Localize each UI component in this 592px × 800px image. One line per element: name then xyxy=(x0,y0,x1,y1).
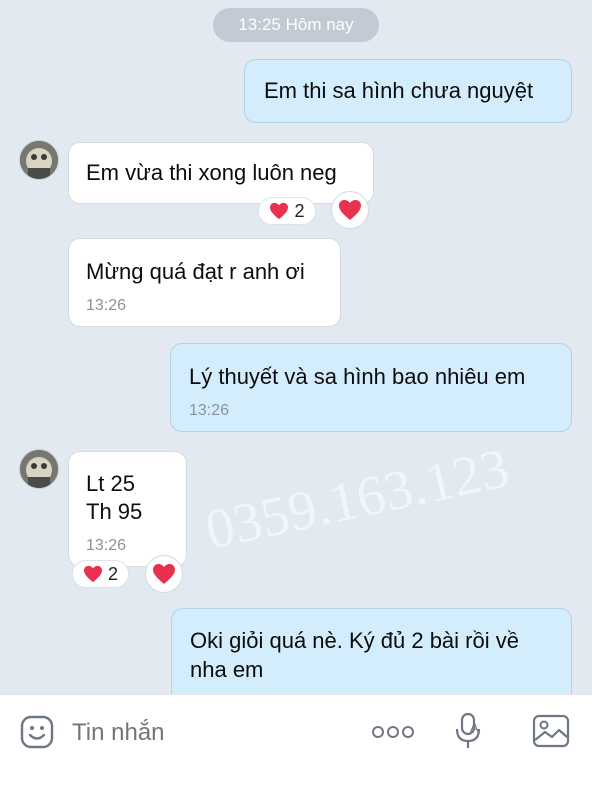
emoji-icon[interactable] xyxy=(18,713,56,751)
react-button[interactable] xyxy=(145,555,183,593)
message-text-line1: Lt 25 xyxy=(86,471,135,496)
message-bubble-outgoing[interactable]: Em thi sa hình chưa nguyệt xyxy=(244,59,572,123)
message-text: Mừng quá đạt r anh ơi xyxy=(86,259,305,284)
reaction-count[interactable]: 2 xyxy=(72,560,129,588)
message-text-line2: nha em xyxy=(190,657,264,682)
message-time: 13:26 xyxy=(86,537,127,554)
message-list[interactable]: 13:25 Hôm nay Em thi sa hình chưa nguyệt… xyxy=(0,0,592,694)
avatar[interactable] xyxy=(19,140,59,180)
message-bubble-incoming[interactable]: Mừng quá đạt r anh ơi 13:26 xyxy=(68,238,341,327)
message-text-line1: Oki giỏi quá nè. Ký đủ 2 bài rồi về xyxy=(190,628,519,653)
message-text: Lý thuyết và sa hình bao nhiêu em xyxy=(189,364,526,389)
message-bubble-outgoing[interactable]: Lý thuyết và sa hình bao nhiêu em 13:26 xyxy=(170,343,572,432)
reaction-count-text: 2 xyxy=(294,200,305,221)
svg-text:A: A xyxy=(470,720,479,735)
message-bubble-incoming[interactable]: Lt 25 Th 95 13:26 xyxy=(68,451,187,567)
message-time: 13:26 xyxy=(189,402,230,419)
message-time: 13:26 xyxy=(86,297,127,314)
message-input-bar: A xyxy=(0,694,592,800)
watermark: 0359.163.123 xyxy=(200,436,515,562)
date-separator: 13:25 Hôm nay xyxy=(213,8,379,42)
reaction-count[interactable]: 2 xyxy=(258,197,316,225)
avatar[interactable] xyxy=(19,449,59,489)
message-input[interactable] xyxy=(70,713,354,753)
message-text: Em vừa thi xong luôn neg xyxy=(86,160,337,185)
message-bubble-incoming[interactable]: Em vừa thi xong luôn neg xyxy=(68,142,374,204)
voice-text-icon[interactable]: A xyxy=(450,711,488,751)
image-icon[interactable] xyxy=(530,712,572,750)
chat-screen: 13:25 Hôm nay Em thi sa hình chưa nguyệt… xyxy=(0,0,592,800)
heart-icon xyxy=(153,564,175,584)
heart-icon xyxy=(339,200,361,220)
message-text-line2: Th 95 xyxy=(86,499,143,524)
heart-icon xyxy=(270,202,289,220)
heart-icon xyxy=(83,565,102,583)
react-button[interactable] xyxy=(331,191,369,229)
more-icon[interactable] xyxy=(370,719,416,745)
message-bubble-outgoing[interactable]: Oki giỏi quá nè. Ký đủ 2 bài rồi về nha … xyxy=(171,608,572,694)
reaction-count-text: 2 xyxy=(107,563,118,584)
message-text: Em thi sa hình chưa nguyệt xyxy=(264,78,534,103)
